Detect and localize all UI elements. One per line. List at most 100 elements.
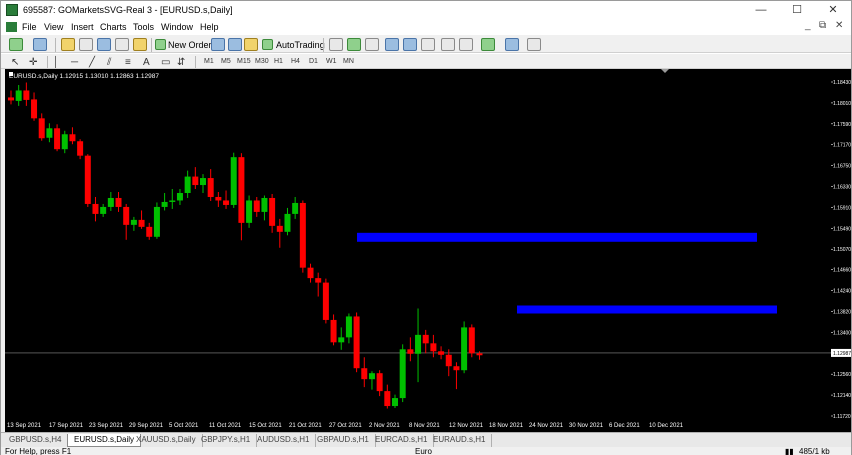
- market-icon[interactable]: [244, 38, 258, 51]
- zoom-out-icon[interactable]: [403, 38, 417, 51]
- mdi-close-button[interactable]: ✕: [835, 20, 843, 31]
- text-label-icon[interactable]: ▭: [161, 57, 170, 68]
- tab-audusd-h1[interactable]: AUDUSD.s,H1: [251, 434, 317, 447]
- tab-eurcad-h1[interactable]: EURCAD.s,H1: [369, 434, 435, 447]
- timeframe-h4[interactable]: H4: [291, 58, 300, 65]
- terminal-icon[interactable]: [115, 38, 129, 51]
- candlesticks-icon[interactable]: [347, 38, 361, 51]
- equidistant-channel-icon[interactable]: ⫽: [107, 57, 111, 68]
- tab-gbpjpy-h1[interactable]: GBPJPY.s,H1: [195, 434, 258, 447]
- tools-toolbar: ↖ ✛ │ ─ ╱ ⫽ ≡ A ▭ ⇵ M1 M5 M15 M30 H1 H4 …: [1, 53, 851, 69]
- periods-icon[interactable]: [505, 38, 519, 51]
- mdi-minimize-button[interactable]: _: [805, 20, 811, 31]
- timeframe-m30[interactable]: M30: [255, 58, 269, 65]
- market-watch-icon[interactable]: [61, 38, 75, 51]
- toolbar-separator: [55, 38, 56, 52]
- candle-body: [184, 176, 191, 194]
- candle-body: [138, 219, 145, 227]
- vertical-line-icon[interactable]: │: [53, 57, 59, 68]
- candle-body: [269, 197, 276, 226]
- maximize-button[interactable]: ☐: [779, 1, 815, 20]
- chart-shift-marker-icon[interactable]: [661, 69, 669, 73]
- candle-body: [207, 178, 214, 197]
- tile-windows-icon[interactable]: [421, 38, 435, 51]
- timeframe-d1[interactable]: D1: [309, 58, 318, 65]
- autotrading-button[interactable]: AutoTrading: [276, 40, 325, 50]
- indicators-icon[interactable]: [481, 38, 495, 51]
- new-order-button[interactable]: New Order: [168, 40, 212, 50]
- trendline-icon[interactable]: ╱: [89, 57, 95, 68]
- new-order-icon[interactable]: [155, 39, 166, 50]
- menu-file[interactable]: File: [22, 22, 37, 32]
- new-chart-icon[interactable]: [9, 38, 23, 51]
- supply-zone-rect[interactable]: [357, 232, 757, 242]
- tab-xauusd-daily[interactable]: XAUUSD.s,Daily: [130, 434, 203, 447]
- minimize-button[interactable]: —: [743, 1, 779, 20]
- fibonacci-icon[interactable]: ≡: [125, 57, 131, 68]
- timeframe-m5[interactable]: M5: [221, 58, 231, 65]
- candle-body: [345, 316, 352, 338]
- chart-area[interactable]: EURUSD.s,Daily 1.12915 1.13010 1.12863 1…: [5, 69, 831, 432]
- candle-body: [284, 213, 291, 232]
- timeframe-w1[interactable]: W1: [326, 58, 337, 65]
- candle-body: [38, 118, 45, 139]
- candle-body: [392, 398, 398, 407]
- crosshair-icon[interactable]: ✛: [29, 57, 37, 68]
- candle-body: [276, 225, 283, 232]
- candle-body: [461, 327, 468, 371]
- mdi-restore-button[interactable]: ⧉: [819, 20, 826, 31]
- menu-charts[interactable]: Charts: [100, 22, 127, 32]
- strategy-tester-icon[interactable]: [133, 38, 147, 51]
- candle-body: [330, 319, 337, 343]
- autoscroll-icon[interactable]: [459, 38, 473, 51]
- date-tick-label: 30 Nov 2021: [569, 423, 604, 429]
- timeframe-mn[interactable]: MN: [343, 58, 354, 65]
- tab-euraud-h1[interactable]: EURAUD.s,H1: [427, 434, 493, 447]
- candle-body: [31, 99, 38, 119]
- horizontal-line-icon[interactable]: ─: [71, 57, 78, 68]
- close-button[interactable]: ✕: [815, 1, 851, 20]
- candle-body: [422, 334, 429, 344]
- metaeditor-icon[interactable]: [211, 38, 225, 51]
- timeframe-m1[interactable]: M1: [204, 58, 214, 65]
- price-tick-label: 1.11720: [833, 414, 851, 420]
- candle-body: [238, 157, 245, 223]
- autotrading-icon[interactable]: [262, 39, 273, 50]
- candle-body: [123, 206, 130, 225]
- templates-icon[interactable]: [527, 38, 541, 51]
- price-scale[interactable]: 1.18430 1.18010 1.17590 1.17170 1.16750 1.163…: [831, 69, 851, 432]
- candle-body: [223, 200, 230, 205]
- menu-help[interactable]: Help: [200, 22, 219, 32]
- menu-insert[interactable]: Insert: [71, 22, 94, 32]
- menu-window[interactable]: Window: [161, 22, 193, 32]
- candle-body: [23, 90, 30, 100]
- price-tick-label: 1.15910: [833, 205, 851, 211]
- chart-shift-icon[interactable]: [441, 38, 455, 51]
- candle-body: [338, 337, 345, 343]
- menu-bar: File View Insert Charts Tools Window Hel…: [1, 20, 851, 34]
- zoom-in-icon[interactable]: [385, 38, 399, 51]
- cursor-icon[interactable]: ↖: [11, 57, 19, 68]
- line-chart-icon[interactable]: [365, 38, 379, 51]
- arrows-icon[interactable]: ⇵: [177, 57, 185, 68]
- candle-body: [15, 90, 22, 101]
- data-window-icon[interactable]: [79, 38, 93, 51]
- candle-body: [438, 351, 445, 355]
- timeframe-h1[interactable]: H1: [274, 58, 283, 65]
- price-tick-label: 1.18430: [833, 80, 851, 86]
- price-tick-label: 1.14660: [833, 268, 851, 274]
- menu-view[interactable]: View: [44, 22, 63, 32]
- supply-zone-rect[interactable]: [517, 305, 777, 314]
- tab-gbpusd-h4[interactable]: GBPUSD.s,H4: [3, 434, 69, 447]
- toolbar-separator: [151, 38, 152, 52]
- signals-icon[interactable]: [228, 38, 242, 51]
- menu-tools[interactable]: Tools: [133, 22, 154, 32]
- bar-chart-icon[interactable]: [329, 38, 343, 51]
- candlestick-chart[interactable]: EURUSD.s,Daily 1.12915 1.13010 1.12863 1…: [5, 69, 831, 432]
- tab-gbpaud-h1[interactable]: GBPAUD.s,H1: [311, 434, 376, 447]
- profiles-icon[interactable]: [33, 38, 47, 51]
- timeframe-m15[interactable]: M15: [237, 58, 251, 65]
- toolbar-separator: [195, 56, 196, 68]
- navigator-icon[interactable]: [97, 38, 111, 51]
- text-tool-icon[interactable]: A: [143, 57, 150, 68]
